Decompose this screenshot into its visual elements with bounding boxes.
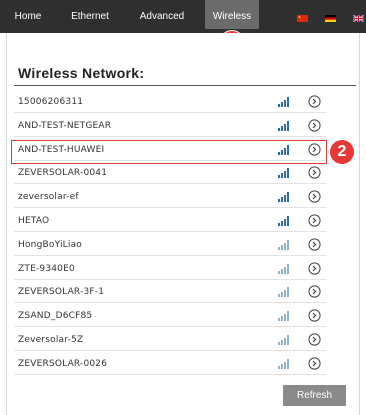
network-row[interactable]: ZTE-9340E0 — [14, 259, 326, 280]
row-divider — [14, 350, 326, 351]
wireless-heading: Wireless Network: — [18, 65, 145, 81]
network-row[interactable]: 15006206311 — [14, 92, 326, 113]
network-ssid: HongBoYiLiao — [18, 239, 82, 250]
row-divider — [14, 326, 326, 328]
connect-arrow-icon[interactable] — [308, 95, 321, 108]
row-divider — [14, 135, 326, 137]
wifi-signal-icon — [278, 168, 289, 179]
row-divider — [14, 207, 326, 209]
network-row[interactable]: Zeversolar-5Z — [14, 330, 326, 351]
connect-arrow-icon[interactable] — [308, 214, 321, 227]
row-divider — [14, 302, 326, 304]
connect-arrow-icon[interactable] — [308, 357, 321, 370]
row-divider — [14, 278, 326, 280]
top-nav-bar: Home Ethernet Advanced Wireless — [0, 0, 366, 33]
wifi-signal-icon — [278, 263, 289, 274]
network-ssid: ZEVERSOLAR-0041 — [18, 168, 108, 179]
connect-arrow-icon[interactable] — [308, 285, 321, 298]
step-badge-2: 2 — [330, 140, 354, 164]
network-row[interactable]: ZEVERSOLAR-0041 — [14, 163, 326, 185]
wifi-signal-icon — [278, 97, 289, 107]
flag-germany-icon[interactable] — [325, 15, 336, 22]
row-divider — [14, 373, 326, 375]
connect-arrow-icon[interactable] — [308, 333, 321, 346]
wifi-signal-icon — [278, 120, 289, 131]
network-ssid: ZEVERSOLAR-0026 — [18, 358, 108, 369]
network-ssid: ZEVERSOLAR-3F-1 — [18, 287, 105, 298]
network-ssid: Zeversolar-5Z — [18, 335, 84, 345]
connect-arrow-icon[interactable] — [308, 166, 321, 179]
wifi-signal-icon — [278, 239, 289, 250]
connect-arrow-icon[interactable] — [308, 261, 321, 275]
tab-wireless[interactable]: Wireless — [205, 0, 259, 29]
network-ssid: ZSAND_D6CF85 — [18, 311, 93, 322]
network-ssid: zeversolar-ef — [18, 192, 79, 203]
flag-uk-icon[interactable] — [353, 15, 364, 22]
network-row[interactable]: ZSAND_D6CF85 — [14, 306, 326, 328]
wifi-signal-icon — [278, 192, 289, 203]
network-row[interactable]: zeversolar-ef — [14, 187, 326, 209]
connect-arrow-icon[interactable] — [308, 238, 321, 251]
flag-china-icon[interactable] — [297, 15, 308, 22]
network-ssid: ZTE-9340E0 — [18, 263, 75, 274]
row-divider — [14, 254, 326, 256]
network-row[interactable]: ZEVERSOLAR-0026 — [14, 354, 326, 375]
connect-arrow-icon[interactable] — [308, 119, 321, 132]
wifi-signal-icon — [278, 311, 289, 322]
network-row[interactable]: HETAO — [14, 211, 326, 232]
selected-network-highlight — [11, 140, 327, 164]
connect-arrow-icon[interactable] — [308, 190, 321, 203]
refresh-button[interactable]: Refresh — [283, 385, 346, 406]
row-divider — [14, 112, 326, 113]
network-ssid: 15006206311 — [18, 97, 84, 107]
tab-ethernet[interactable]: Ethernet — [62, 0, 118, 29]
wifi-signal-icon — [278, 216, 289, 226]
wifi-signal-icon — [278, 358, 289, 369]
wifi-signal-icon — [278, 335, 289, 345]
network-row[interactable]: AND-TEST-NETGEAR — [14, 116, 326, 137]
tab-home[interactable]: Home — [8, 0, 48, 29]
heading-divider — [14, 85, 356, 86]
connect-arrow-icon[interactable] — [308, 309, 321, 322]
row-divider — [14, 231, 326, 232]
row-divider — [14, 183, 326, 185]
network-row[interactable]: HongBoYiLiao — [14, 235, 326, 256]
tab-advanced[interactable]: Advanced — [130, 0, 194, 29]
network-ssid: HETAO — [18, 216, 50, 226]
network-row[interactable]: ZEVERSOLAR-3F-1 — [14, 282, 326, 304]
wifi-signal-icon — [278, 287, 289, 298]
network-ssid: AND-TEST-NETGEAR — [18, 120, 112, 131]
